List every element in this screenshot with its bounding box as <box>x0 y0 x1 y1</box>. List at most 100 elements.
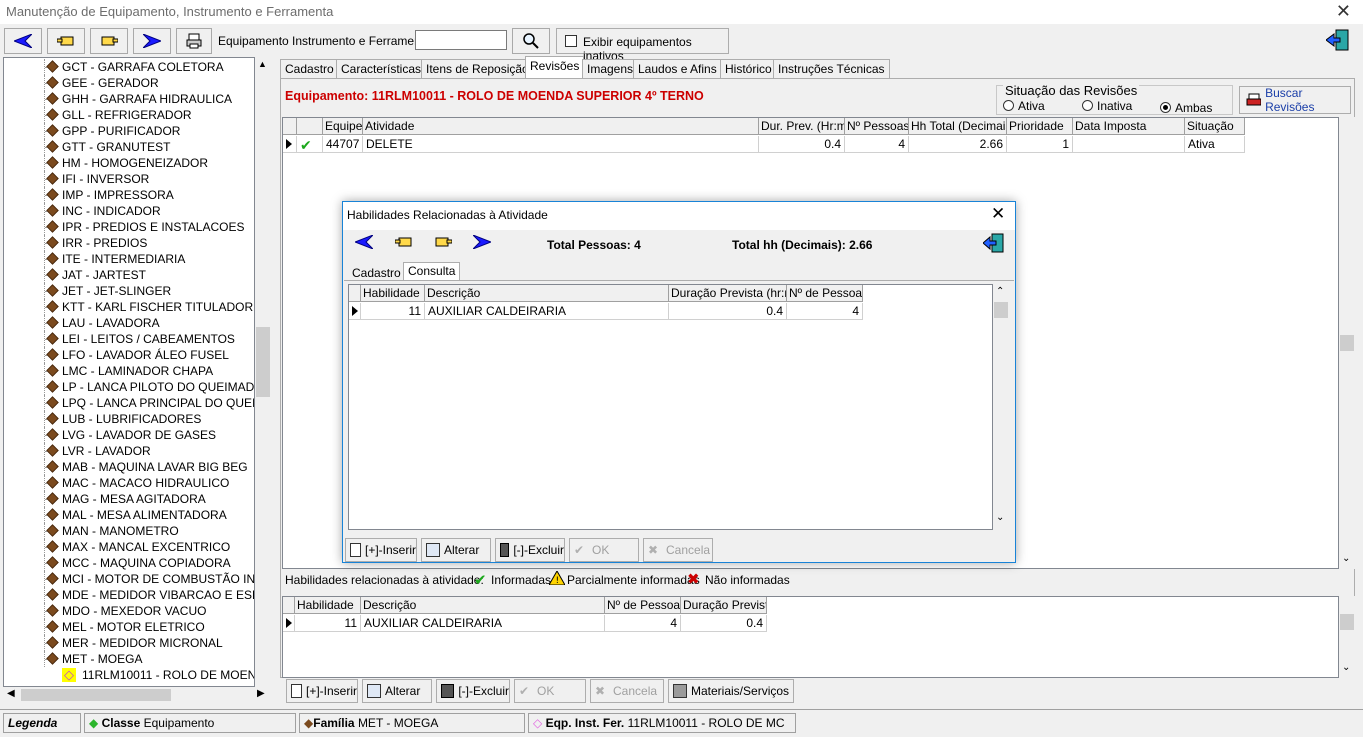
tree-item[interactable]: MAL - MESA ALIMENTADORA <box>4 507 254 523</box>
radio-inativa[interactable]: Inativa <box>1082 99 1132 113</box>
tree-item[interactable]: IRR - PREDIOS <box>4 235 254 251</box>
next-record-button[interactable] <box>90 28 128 54</box>
tree-item[interactable]: MCC - MAQUINA COPIADORA <box>4 555 254 571</box>
tree-hscroll-thumb[interactable] <box>21 689 171 701</box>
tree-item[interactable]: MEL - MOTOR ELETRICO <box>4 619 254 635</box>
table-cell[interactable]: 4 <box>787 303 863 320</box>
print-button[interactable] <box>176 28 212 54</box>
dialog-first-button[interactable] <box>353 234 374 252</box>
tree-item[interactable]: LUB - LUBRIFICADORES <box>4 411 254 427</box>
column-header[interactable]: Habilidade <box>295 597 361 614</box>
tree-item[interactable]: LVR - LAVADOR <box>4 443 254 459</box>
tree-item[interactable]: IFI - INVERSOR <box>4 171 254 187</box>
table-cell[interactable] <box>1073 136 1185 153</box>
dialog-exit-button[interactable] <box>982 232 1005 257</box>
inserir-button[interactable]: [+]-Inserir <box>286 679 358 703</box>
table-cell[interactable]: 0.4 <box>681 615 767 632</box>
column-header[interactable] <box>283 597 295 614</box>
dialog-grid-scrollbar[interactable]: ⌃ ⌄ <box>993 284 1009 530</box>
tab-laudos-e-afins[interactable]: Laudos e Afins <box>633 59 722 78</box>
tree-item[interactable]: GCT - GARRAFA COLETORA <box>4 59 254 75</box>
column-header[interactable]: Descrição <box>361 597 605 614</box>
materiais-button[interactable]: Materiais/Serviços <box>668 679 794 703</box>
tree-scrollbar[interactable]: ▲ <box>255 57 271 687</box>
row-indicator[interactable] <box>349 303 361 320</box>
dialog-last-button[interactable] <box>472 234 493 252</box>
column-header[interactable]: Nº de Pessoas <box>787 285 863 302</box>
tree-item[interactable]: HM - HOMOGENEIZADOR <box>4 155 254 171</box>
table-cell[interactable]: AUXILIAR CALDEIRARIA <box>361 615 605 632</box>
dialog-prev-button[interactable] <box>394 235 413 252</box>
tab-revis-es[interactable]: Revisões <box>525 56 585 79</box>
table-cell[interactable]: 44707 <box>323 136 363 153</box>
table-cell[interactable]: DELETE <box>363 136 759 153</box>
tab-itens-de-reposi-o[interactable]: Itens de Reposição <box>421 59 534 78</box>
column-header[interactable]: Data Imposta <box>1073 118 1185 135</box>
column-header[interactable] <box>283 118 297 135</box>
dialog-excluir-button[interactable]: [-]-Excluir <box>495 538 565 562</box>
tree-item[interactable]: MAB - MAQUINA LAVAR BIG BEG <box>4 459 254 475</box>
skills-scrollbar[interactable]: ⌄ <box>1339 596 1355 678</box>
buscar-revisoes-button[interactable]: Buscar Revisões <box>1239 86 1351 114</box>
table-cell[interactable]: 11 <box>295 615 361 632</box>
tree-item[interactable]: LAU - LAVADORA <box>4 315 254 331</box>
tree-item[interactable]: GHH - GARRAFA HIDRAULICA <box>4 91 254 107</box>
tree-item[interactable]: LVG - LAVADOR DE GASES <box>4 427 254 443</box>
tree-item[interactable]: IPR - PREDIOS E INSTALACOES <box>4 219 254 235</box>
tree-item[interactable]: INC - INDICADOR <box>4 203 254 219</box>
equipment-tree[interactable]: GCT - GARRAFA COLETORA GEE - GERADOR GHH -… <box>3 57 255 687</box>
radio-ativa[interactable]: Ativa <box>1003 99 1045 113</box>
dialog-tab-consulta[interactable]: Consulta <box>403 262 461 281</box>
inactive-checkbox[interactable] <box>565 35 577 47</box>
scroll-down-icon[interactable]: ⌄ <box>1342 662 1350 673</box>
scroll-up-icon[interactable]: ⌃ <box>996 286 1004 297</box>
row-status-cell[interactable]: ✔ <box>297 136 323 153</box>
tree-item[interactable]: ITE - INTERMEDIARIA <box>4 251 254 267</box>
tree-item[interactable]: JET - JET-SLINGER <box>4 283 254 299</box>
table-cell[interactable]: 2.66 <box>909 136 1007 153</box>
excluir-button[interactable]: [-]-Excluir <box>436 679 510 703</box>
tree-item[interactable]: MCI - MOTOR DE COMBUSTÃO INTER <box>4 571 254 587</box>
tab-caracter-sticas[interactable]: Características <box>336 59 427 78</box>
column-header[interactable]: Descrição <box>425 285 669 302</box>
column-header[interactable]: Duração Prevista (hr:mi) <box>669 285 787 302</box>
revisions-scrollbar[interactable]: ⌄ <box>1339 117 1355 569</box>
dialog-tab-cadastro[interactable]: Cadastro <box>349 265 404 281</box>
dialog-next-button[interactable] <box>434 235 453 252</box>
tree-item[interactable]: MDO - MEXEDOR VACUO <box>4 603 254 619</box>
scroll-left-icon[interactable]: ◀ <box>7 688 15 699</box>
tree-item[interactable]: IMP - IMPRESSORA <box>4 187 254 203</box>
dialog-cancela-button[interactable]: ✖ Cancela <box>643 538 713 562</box>
skills-scroll-thumb[interactable] <box>1340 614 1354 630</box>
column-header[interactable]: Prioridade <box>1007 118 1073 135</box>
search-button[interactable] <box>512 28 550 54</box>
scroll-up-icon[interactable]: ▲ <box>258 59 267 69</box>
tree-item[interactable]: MAN - MANOMETRO <box>4 523 254 539</box>
column-header[interactable]: Nº Pessoas <box>845 118 909 135</box>
exit-button[interactable] <box>1325 28 1352 54</box>
table-cell[interactable]: Ativa <box>1185 136 1245 153</box>
tree-item[interactable]: LEI - LEITOS / CABEAMENTOS <box>4 331 254 347</box>
tree-item[interactable]: MAG - MESA AGITADORA <box>4 491 254 507</box>
tree-scroll-thumb[interactable] <box>256 327 270 397</box>
column-header[interactable]: Situação <box>1185 118 1245 135</box>
cancela-button[interactable]: ✖ Cancela <box>590 679 664 703</box>
column-header[interactable]: Nº de Pessoas <box>605 597 681 614</box>
tree-item[interactable]: MET - MOEGA <box>4 651 254 667</box>
tree-item[interactable]: GEE - GERADOR <box>4 75 254 91</box>
dialog-grid[interactable]: Habilidade Descrição Duração Prevista (hr:… <box>348 284 993 530</box>
radio-ambas[interactable]: Ambas <box>1160 101 1212 115</box>
dialog-ok-button[interactable]: ✔ OK <box>569 538 639 562</box>
row-indicator[interactable] <box>283 615 295 632</box>
close-icon[interactable]: ✕ <box>1336 1 1351 22</box>
scroll-right-icon[interactable]: ▶ <box>257 688 265 699</box>
table-cell[interactable]: 4 <box>845 136 909 153</box>
tree-item[interactable]: MAX - MANCAL EXCENTRICO <box>4 539 254 555</box>
column-header[interactable] <box>349 285 361 302</box>
column-header[interactable]: Equipe <box>323 118 363 135</box>
tree-item[interactable]: LFO - LAVADOR ÁLEO FUSEL <box>4 347 254 363</box>
table-cell[interactable]: 0.4 <box>759 136 845 153</box>
tree-item[interactable]: LP - LANCA PILOTO DO QUEIMADOR <box>4 379 254 395</box>
column-header[interactable]: Hh Total (Decimais) <box>909 118 1007 135</box>
table-cell[interactable]: 11 <box>361 303 425 320</box>
